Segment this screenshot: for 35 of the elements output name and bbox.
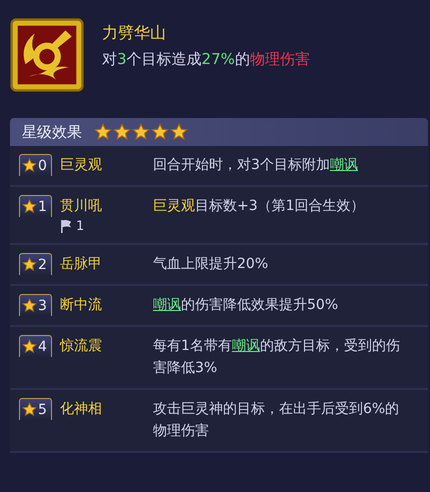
flag-count: 1 [76,219,84,234]
effect-name: 贯川吼 [60,197,102,216]
star-level: 2 [38,256,47,272]
effect-description: 攻击巨灵神的目标，在出手后受到6%的物理伤害 [153,400,400,441]
panel-title: 星级效果 [22,122,82,142]
star-icon [22,339,37,354]
effect-name: 断中流 [60,296,102,315]
flag-icon [60,219,73,234]
star-icon [22,199,37,214]
star-icon [132,123,150,141]
effect-description: 巨灵观目标数+3（第1回合生效） [153,197,366,216]
star-icon [94,123,112,141]
effect-description: 每有1名带有嘲讽的敌方目标，受到的伤害降低3% [153,337,401,378]
star-icon [22,298,37,313]
star-icon [170,123,188,141]
star-level: 5 [38,402,47,418]
effect-name: 化神相 [60,400,102,419]
effect-description: 回合开始时，对3个目标附加嘲讽 [153,156,359,175]
skill-description: 对3个目标造成27%的物理伤害 [102,49,310,70]
effect-name: 岳脉甲 [60,255,102,274]
effect-description: 气血上限提升20% [153,255,270,274]
star-level: 1 [38,198,47,214]
star-icon [22,257,37,272]
star-icon [151,123,169,141]
skill-name: 力劈华山 [102,22,167,44]
skill-icon [10,18,84,92]
star-icon [22,158,37,173]
effect-name: 巨灵观 [60,156,102,175]
star-icon [22,402,37,417]
star-level: 0 [38,158,47,174]
star-level: 3 [38,298,47,314]
effect-name: 惊流震 [60,337,102,356]
star-icon [113,123,131,141]
star-level: 4 [38,338,47,354]
effect-description: 嘲讽的伤害降低效果提升50% [153,296,340,315]
